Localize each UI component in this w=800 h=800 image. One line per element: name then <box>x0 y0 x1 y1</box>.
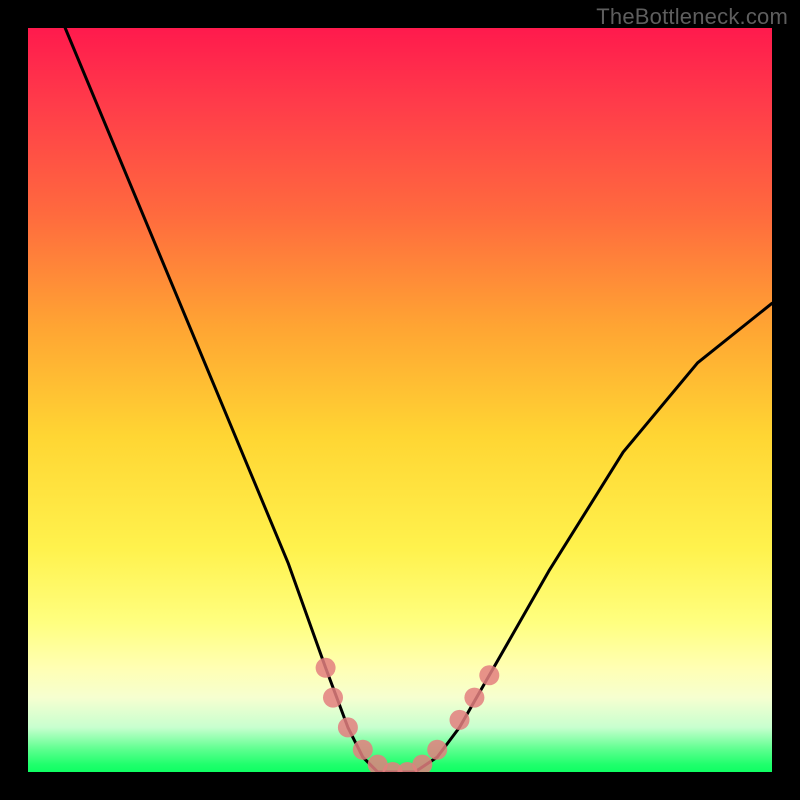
curve-marker <box>412 755 432 772</box>
curve-marker <box>316 658 336 678</box>
curve-marker <box>338 717 358 737</box>
marker-layer <box>316 658 500 772</box>
plot-area <box>28 28 772 772</box>
chart-frame: TheBottleneck.com <box>0 0 800 800</box>
curve-marker <box>397 762 417 772</box>
curve-marker <box>368 755 388 772</box>
curve-marker <box>353 740 373 760</box>
curve-marker <box>383 762 403 772</box>
curve-marker <box>464 688 484 708</box>
bottleneck-curve <box>28 28 772 772</box>
curve-marker <box>450 710 470 730</box>
curve-path <box>65 28 772 772</box>
curve-marker <box>427 740 447 760</box>
curve-marker <box>479 665 499 685</box>
curve-marker <box>323 688 343 708</box>
watermark-text: TheBottleneck.com <box>596 4 788 30</box>
